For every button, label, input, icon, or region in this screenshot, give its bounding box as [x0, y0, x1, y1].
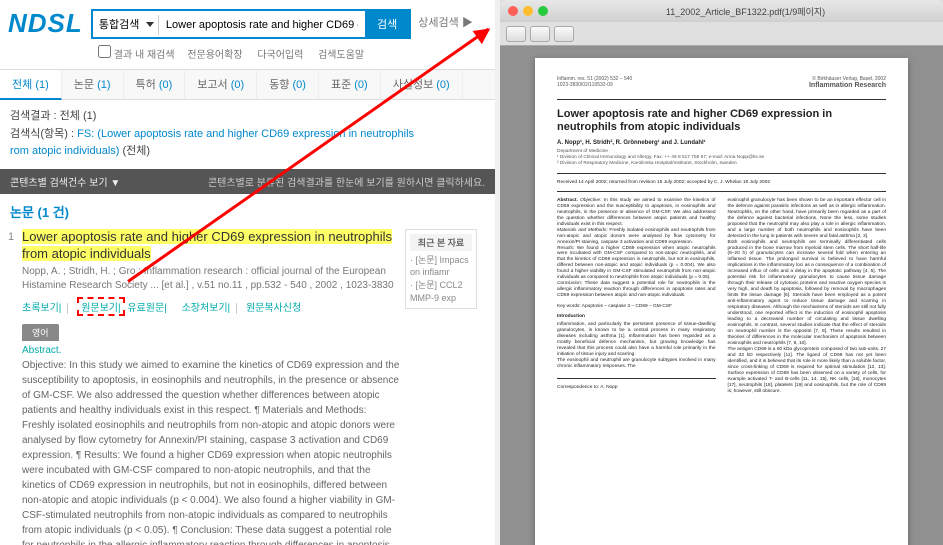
sublink-lang[interactable]: 다국어입력 — [257, 50, 303, 61]
pdf-page: Inflamm. res. 51 (2002) 532 – 540 1023-3… — [535, 58, 908, 545]
action-holding[interactable]: 소장처보기| — [182, 303, 238, 314]
pdf-body-columns: Abstract. Objective: In this study we ai… — [557, 198, 886, 395]
logo[interactable]: NDSL — [8, 8, 83, 39]
action-paid[interactable]: 유료원문| — [127, 303, 172, 314]
query-info: 검색결과 : 전체 (1) 검색식(항목) : FS: (Lower apopt… — [0, 100, 495, 169]
abstract-lang-tab[interactable]: 영어 — [22, 324, 59, 341]
search-button[interactable]: 검색 — [365, 11, 409, 37]
result-actions: 초록보기| 원문보기| 유료원문| 소장처보기| 원문복사신청 — [22, 297, 400, 316]
window-controls — [508, 6, 548, 16]
recent-items-box: 최근 본 자료 · [논문] Impacs on inflamr · [논문] … — [405, 229, 477, 309]
search-bar: 통합검색 검색 — [91, 9, 411, 39]
search-type-select[interactable]: 통합검색 — [93, 15, 159, 35]
chevron-down-icon: ▼ — [110, 178, 120, 189]
tab-report[interactable]: 보고서 (0) — [185, 70, 257, 99]
recent-item[interactable]: · [논문] CCL2 MMP-9 exp — [410, 279, 472, 304]
result-meta: Nopp, A. ; Stridh, H. ; Gro ; Inflammati… — [22, 265, 400, 293]
result-title-link[interactable]: Lower apoptosis rate and higher CD69 exp… — [22, 229, 400, 263]
content-count-toggle[interactable]: 콘텐츠별 검색건수 보기 ▼ — [10, 174, 120, 189]
tab-standard[interactable]: 표준 (0) — [319, 70, 381, 99]
recent-items-head: 최근 본 자료 — [410, 234, 472, 251]
result-filter-label: 결과 내 재검색 — [114, 50, 175, 61]
tab-fact[interactable]: 사실정보 (0) — [381, 70, 463, 99]
result-filter-checkbox[interactable] — [98, 45, 111, 58]
zoom-icon[interactable] — [538, 6, 548, 16]
content-toolbar: 콘텐츠별 검색건수 보기 ▼ 콘텐츠별로 분류된 검색결과를 한눈에 보기를 원… — [0, 169, 495, 194]
tab-trend[interactable]: 동향 (0) — [257, 70, 319, 99]
action-fulltext[interactable]: 원문보기| — [77, 297, 124, 316]
pdf-title: Lower apoptosis rate and higher CD69 exp… — [557, 108, 886, 134]
pdf-header-left: Inflamm. res. 51 (2002) 532 – 540 1023-3… — [557, 76, 632, 89]
next-page-button[interactable] — [530, 26, 550, 42]
action-abstract[interactable]: 초록보기| — [22, 303, 68, 314]
pdf-toolbar — [500, 22, 943, 46]
search-panel: NDSL 통합검색 검색 상세검색 ▶ 결과 내 재검색 전문용어확장 다국어입… — [0, 0, 495, 545]
header: NDSL 통합검색 검색 상세검색 ▶ 결과 내 재검색 전문용어확장 다국어입… — [0, 0, 495, 70]
zoom-button[interactable] — [554, 26, 574, 42]
sublink-term[interactable]: 전문용어확장 — [187, 50, 242, 61]
pdf-filename: 11_2002_Article_BF1322.pdf(1/9페이지) — [556, 5, 935, 18]
search-input[interactable] — [162, 15, 362, 35]
prev-page-button[interactable] — [506, 26, 526, 42]
action-copy[interactable]: 원문복사신청 — [246, 303, 307, 314]
recent-item[interactable]: · [논문] Impacs on inflamr — [410, 254, 472, 279]
advanced-search-link[interactable]: 상세검색 ▶ — [418, 14, 473, 30]
tab-all[interactable]: 전체 (1) — [0, 70, 62, 100]
minimize-icon[interactable] — [523, 6, 533, 16]
sublink-help[interactable]: 검색도움말 — [318, 50, 364, 61]
tab-patent[interactable]: 특허 (0) — [124, 70, 186, 99]
pdf-viewport[interactable]: Inflamm. res. 51 (2002) 532 – 540 1023-3… — [500, 46, 943, 545]
pdf-window: 11_2002_Article_BF1322.pdf(1/9페이지) Infla… — [500, 0, 943, 545]
pdf-titlebar: 11_2002_Article_BF1322.pdf(1/9페이지) — [500, 0, 943, 22]
result-number: 1 — [8, 231, 14, 243]
result-tabs: 전체 (1) 논문 (1) 특허 (0) 보고서 (0) 동향 (0) 표준 (… — [0, 70, 495, 100]
abstract-heading: Abstract. — [22, 345, 400, 356]
abstract-section: 영어 Abstract. Objective: In this study we… — [22, 324, 400, 545]
results-list: 논문 (1 건) 1 Lower apoptosis rate and high… — [0, 194, 495, 545]
tab-paper[interactable]: 논문 (1) — [62, 70, 124, 99]
results-heading: 논문 (1 건) — [10, 202, 485, 221]
result-item: 1 Lower apoptosis rate and higher CD69 e… — [10, 229, 485, 545]
toolbar-hint: 콘텐츠별로 분류된 검색결과를 한눈에 보기를 원하시면 클릭하세요. — [208, 174, 485, 189]
abstract-text: Objective: In this study we aimed to exa… — [22, 358, 400, 545]
pdf-received: Received 14 April 2002; returned from re… — [557, 180, 886, 185]
close-icon[interactable] — [508, 6, 518, 16]
pdf-affiliation: Department of Medicine ¹ Division of Cli… — [557, 149, 886, 166]
pdf-journal: Inflammation Research — [809, 82, 886, 89]
pdf-authors: A. Nopp¹, H. Stridh², R. Grönneberg¹ and… — [557, 140, 886, 146]
